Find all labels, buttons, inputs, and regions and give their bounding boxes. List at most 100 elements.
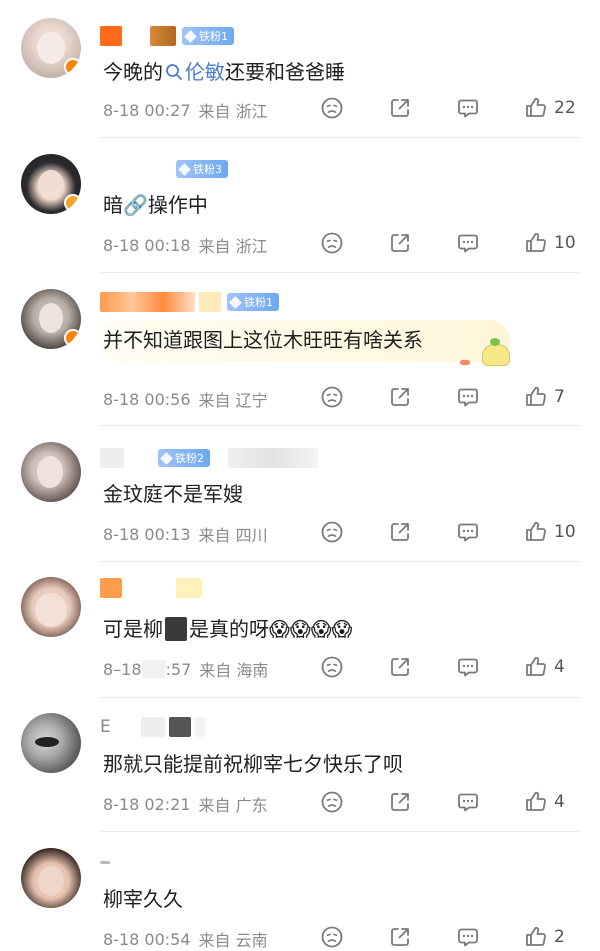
blurred-name: [199, 292, 221, 312]
username[interactable]: E: [100, 715, 209, 739]
reply-button[interactable]: [456, 385, 480, 409]
dislike-button[interactable]: [320, 925, 344, 949]
like-button[interactable]: 4: [524, 655, 578, 679]
like-button[interactable]: 2: [524, 925, 578, 949]
username[interactable]: 铁粉1: [100, 24, 234, 48]
share-icon: [391, 928, 409, 946]
blurred-name: [100, 448, 124, 468]
avatar[interactable]: [21, 18, 81, 78]
comment-date: 8-18 02:21: [103, 794, 191, 814]
dislike-icon: [321, 521, 343, 543]
dislike-icon: [321, 232, 343, 254]
blurred-name: [228, 448, 318, 468]
divider: [100, 425, 580, 426]
reply-icon: [458, 388, 478, 407]
dislike-button[interactable]: [320, 231, 344, 255]
share-icon: [391, 793, 409, 811]
verified-badge-icon: [64, 58, 81, 76]
comment-location: 来自 四川: [198, 526, 268, 545]
comment-text: 暗🔗操作中: [103, 193, 208, 217]
reply-button[interactable]: [456, 231, 480, 255]
comment-location: 来自 辽宁: [198, 391, 268, 410]
like-count: 4: [554, 792, 565, 812]
dislike-button[interactable]: [320, 790, 344, 814]
comment-text-part: 可是柳: [103, 617, 163, 641]
share-button[interactable]: [388, 231, 412, 255]
share-button[interactable]: [388, 655, 412, 679]
comment-location: 来自 云南: [198, 931, 268, 950]
thumbs-up-icon: [526, 232, 546, 252]
comment-text-part: 是真的呀😱😱😱😱: [189, 617, 353, 641]
topic-link[interactable]: 伦敏: [163, 60, 225, 84]
like-button[interactable]: 7: [524, 385, 578, 409]
dislike-icon: [321, 926, 343, 948]
comment-date: 8-18 00:56: [103, 389, 191, 409]
comment-text-part: 今晚的: [103, 60, 163, 84]
diamond-icon: [184, 29, 197, 43]
username[interactable]: 铁粉3: [100, 157, 228, 181]
dislike-button[interactable]: [320, 385, 344, 409]
comment-date: 8-18 00:13: [103, 524, 191, 544]
comment-location: 来自 广东: [198, 796, 268, 815]
avatar[interactable]: [21, 713, 81, 773]
reply-button[interactable]: [456, 925, 480, 949]
dislike-button[interactable]: [320, 655, 344, 679]
like-button[interactable]: 10: [524, 231, 578, 255]
avatar-face: [37, 456, 63, 488]
reply-button[interactable]: [456, 790, 480, 814]
share-button[interactable]: [388, 385, 412, 409]
fan-level-badge: 铁粉1: [227, 293, 279, 311]
share-button[interactable]: [388, 520, 412, 544]
comment-location: 来自 浙江: [198, 237, 268, 256]
avatar[interactable]: [21, 289, 81, 349]
share-icon: [391, 523, 409, 541]
comment-text: 那就只能提前祝柳宰七夕快乐了呗: [103, 752, 403, 776]
reply-button[interactable]: [456, 655, 480, 679]
username[interactable]: 铁粉2: [100, 446, 322, 470]
comment-actions: 22: [320, 96, 578, 120]
blurred-name: [176, 578, 202, 598]
like-button[interactable]: 22: [524, 96, 578, 120]
reply-icon: [458, 523, 478, 542]
thumbs-up-icon: [526, 97, 546, 117]
like-button[interactable]: 4: [524, 790, 578, 814]
sticker-dot: [460, 360, 470, 365]
avatar-face: [38, 866, 64, 896]
thumbs-up-icon: [526, 791, 546, 811]
username[interactable]: [100, 576, 206, 600]
blurred-name: [128, 448, 152, 468]
like-button[interactable]: 10: [524, 520, 578, 544]
username[interactable]: 铁粉1: [100, 290, 279, 314]
like-count: 7: [554, 387, 565, 407]
divider: [100, 272, 580, 273]
share-button[interactable]: [388, 790, 412, 814]
avatar[interactable]: [21, 154, 81, 214]
username[interactable]: [100, 850, 114, 874]
comment-date: 8-18 00:27: [103, 100, 191, 120]
share-button[interactable]: [388, 925, 412, 949]
comment-location: 来自 浙江: [198, 102, 268, 121]
reply-button[interactable]: [456, 96, 480, 120]
pudding-sticker-icon: [478, 336, 514, 368]
reply-button[interactable]: [456, 520, 480, 544]
divider: [100, 137, 580, 138]
comment-text: 可是柳 是真的呀😱😱😱😱: [103, 615, 352, 643]
avatar[interactable]: [21, 577, 81, 637]
search-icon: [166, 64, 182, 80]
like-count: 10: [554, 233, 576, 253]
share-button[interactable]: [388, 96, 412, 120]
fan-badge-label: 铁粉1: [199, 30, 228, 43]
dislike-icon: [321, 386, 343, 408]
dislike-button[interactable]: [320, 96, 344, 120]
avatar[interactable]: [21, 848, 81, 908]
fan-level-badge: 铁粉2: [158, 449, 210, 467]
divider: [100, 831, 580, 832]
thumbs-up-icon: [526, 926, 546, 946]
avatar[interactable]: [21, 442, 81, 502]
blurred-name: [100, 860, 110, 864]
avatar-face: [35, 593, 67, 627]
avatar-face: [39, 303, 63, 333]
comment-actions: 7: [320, 385, 578, 409]
verified-badge-icon: [64, 329, 81, 347]
dislike-button[interactable]: [320, 520, 344, 544]
